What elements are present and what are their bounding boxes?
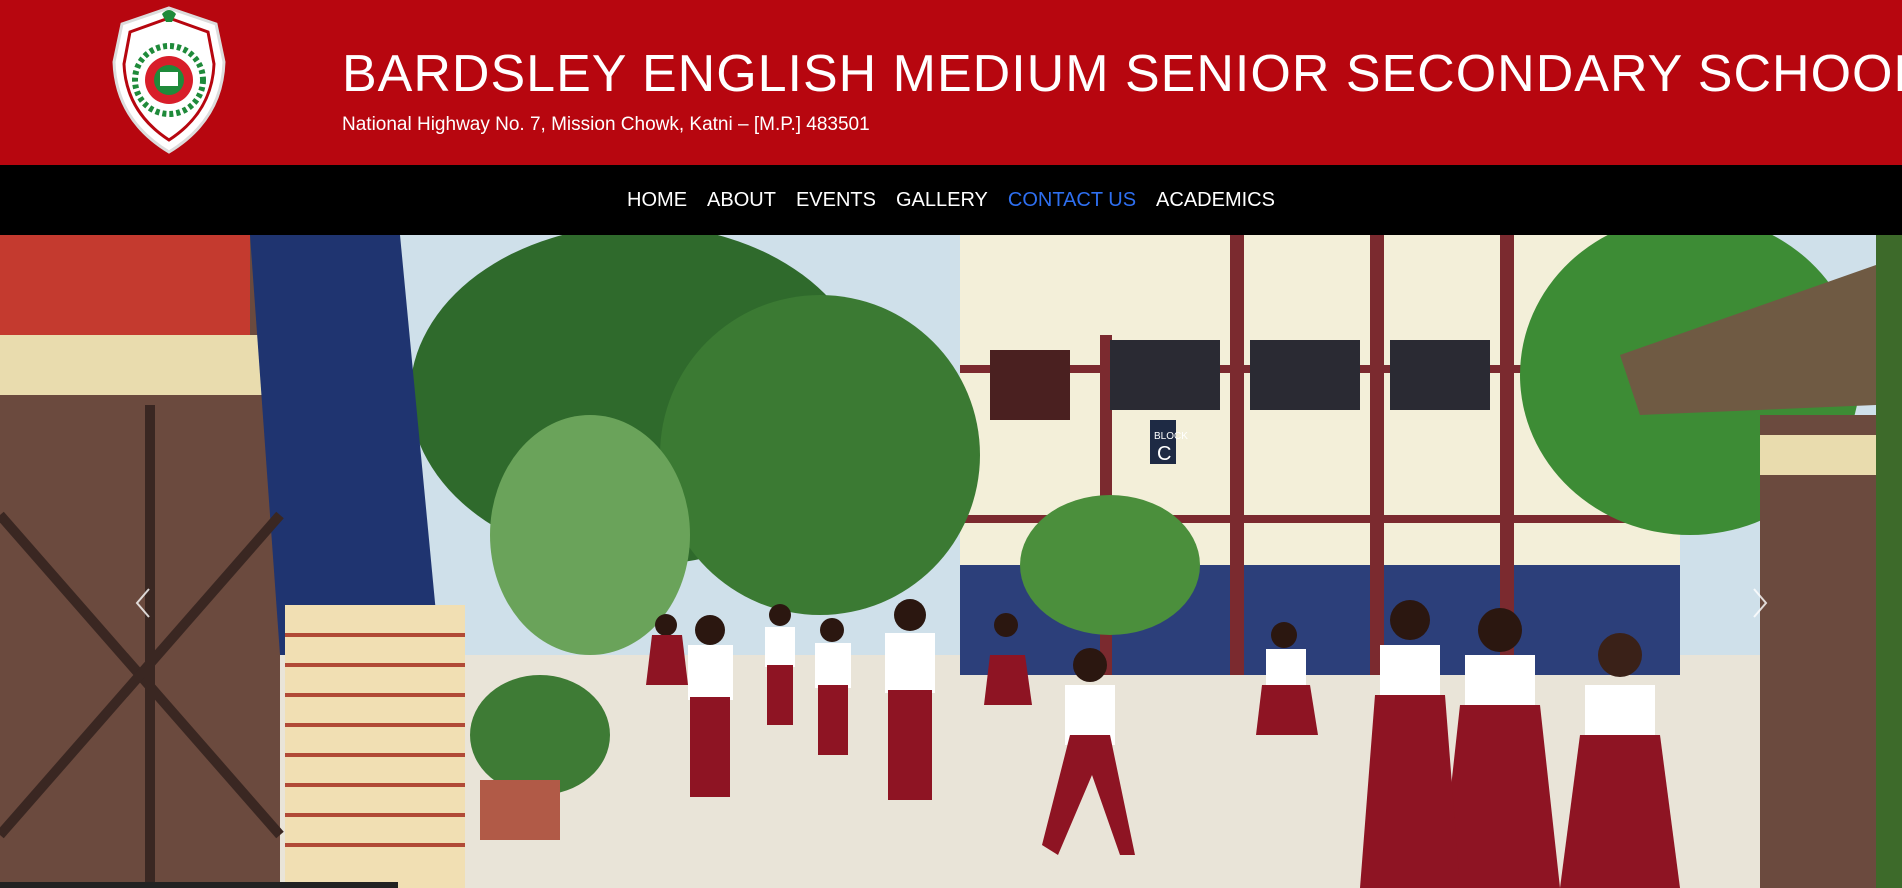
hero-image: BLOCK C (0, 235, 1876, 888)
chevron-right-icon (1753, 588, 1768, 618)
nav-home[interactable]: HOME (627, 189, 687, 212)
slider-prev-button[interactable] (125, 583, 165, 623)
school-logo[interactable] (104, 2, 234, 156)
hero-slider[interactable]: BLOCK C (0, 235, 1876, 888)
main-nav: HOME ABOUT EVENTS GALLERY CONTACT US ACA… (0, 165, 1902, 235)
slider-edge (1876, 235, 1902, 888)
slider-progress-bar (0, 882, 398, 888)
nav-about[interactable]: ABOUT (707, 189, 776, 212)
nav-academics[interactable]: ACADEMICS (1156, 189, 1275, 212)
slider-next-button[interactable] (1738, 583, 1778, 623)
svg-text:C: C (1157, 443, 1171, 465)
site-header: BARDSLEY ENGLISH MEDIUM SENIOR SECONDARY… (0, 0, 1902, 165)
nav-events[interactable]: EVENTS (796, 189, 876, 212)
nav-contact-us[interactable]: CONTACT US (1008, 189, 1136, 212)
nav-gallery[interactable]: GALLERY (896, 189, 988, 212)
school-name: BARDSLEY ENGLISH MEDIUM SENIOR SECONDARY… (342, 45, 1902, 103)
chevron-left-icon (135, 588, 150, 618)
school-address: National Highway No. 7, Mission Chowk, K… (342, 114, 870, 135)
svg-text:BLOCK: BLOCK (1154, 431, 1188, 442)
